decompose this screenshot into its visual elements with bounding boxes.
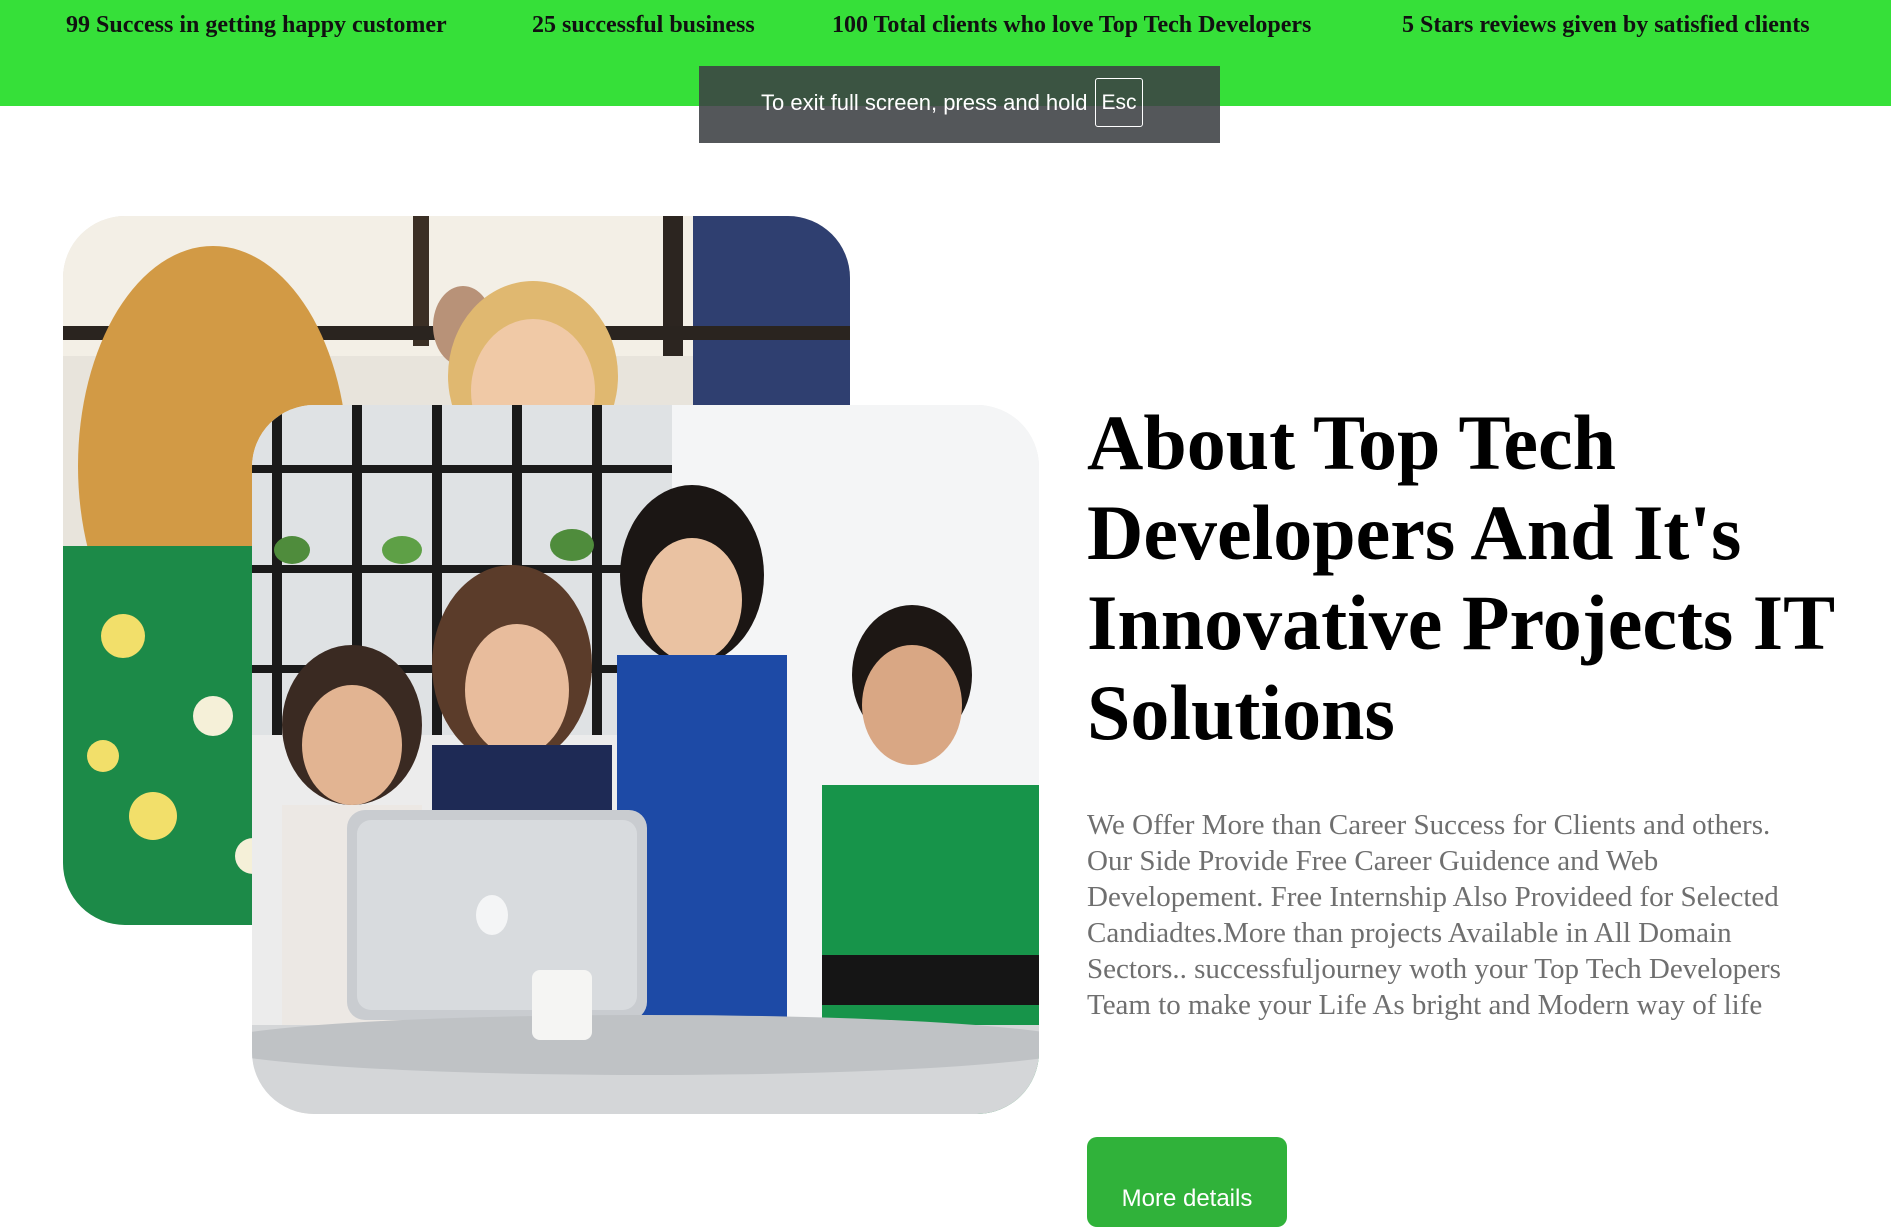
team-photo-front (252, 405, 1039, 1114)
about-description: We Offer More than Career Success for Cl… (1087, 809, 1781, 1021)
stat-star-reviews: 5 Stars reviews given by satisfied clien… (1402, 12, 1810, 38)
esc-key-badge: Esc (1095, 78, 1143, 127)
stat-happy-customers: 99 Success in getting happy customer (66, 12, 447, 38)
fullscreen-exit-notice: To exit full screen, press and hold Esc (699, 66, 1220, 143)
about-heading: About Top Tech Developers And It's Innov… (1087, 399, 1834, 756)
more-details-button[interactable]: More details (1087, 1137, 1287, 1227)
stat-total-clients: 100 Total clients who love Top Tech Deve… (832, 12, 1312, 38)
fullscreen-exit-message: To exit full screen, press and hold (761, 90, 1088, 115)
stat-successful-business: 25 successful business (532, 12, 755, 38)
